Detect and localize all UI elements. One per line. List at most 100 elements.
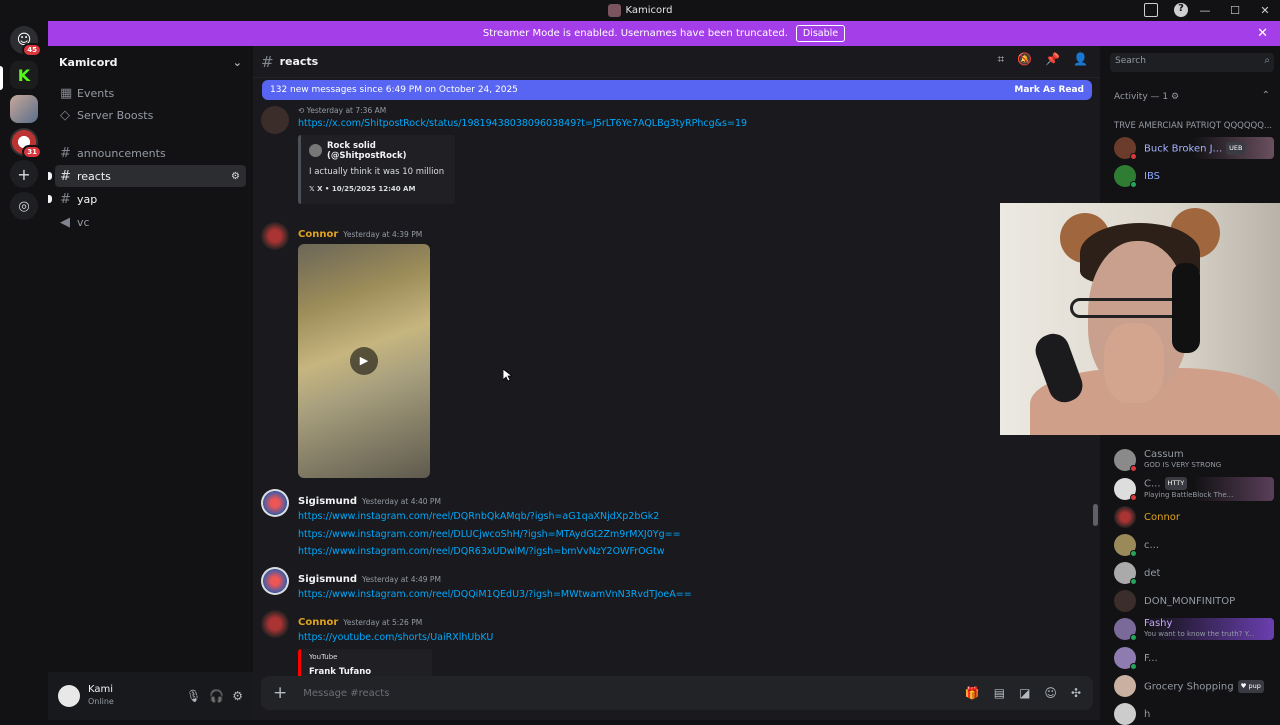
member-item[interactable]: det	[1114, 562, 1274, 585]
server-list: ☺ 45 K 31 + ◎	[0, 21, 48, 720]
gear-icon[interactable]: ⚙	[232, 689, 243, 703]
members-icon[interactable]: 👤	[1073, 52, 1088, 67]
message: ⟲ Yesterday at 7:36 AM https://x.com/Shi…	[261, 106, 1091, 204]
search-icon: ⌕	[1264, 55, 1270, 66]
member-item[interactable]: C... HTTY Playing BattleBlock The...	[1114, 477, 1274, 501]
sticker-icon[interactable]: ◪	[1019, 686, 1030, 700]
new-messages-text: 132 new messages since 6:49 PM on Octobe…	[270, 85, 518, 95]
search-placeholder: Search	[1115, 56, 1146, 66]
channel-announcements[interactable]: # announcements	[55, 142, 246, 164]
window-title: Kamicord	[625, 5, 673, 16]
avatar[interactable]	[261, 489, 289, 517]
avatar[interactable]	[261, 567, 289, 595]
chevron-up-icon[interactable]: ⌃	[1262, 90, 1270, 101]
member-name: F...	[1144, 652, 1158, 664]
add-attachment-icon[interactable]: +	[273, 683, 287, 703]
notifications-icon[interactable]: 🔕	[1017, 52, 1032, 67]
member-item[interactable]: Fashy You want to know the truth? Y...	[1114, 618, 1274, 641]
member-tag: UEB	[1226, 141, 1246, 155]
disable-button[interactable]: Disable	[795, 25, 846, 42]
member-name: Connor	[1144, 511, 1181, 523]
message-author[interactable]: Sigismund	[298, 496, 357, 507]
member-item[interactable]: h	[1114, 703, 1274, 725]
channel-sidebar: Kamicord ⌄ ▦ Events ◇ Server Boosts # annou…	[48, 46, 253, 720]
embed-title[interactable]: Frank Tufano	[309, 667, 424, 677]
discover-icon[interactable]: ◎	[10, 192, 38, 220]
channel-reacts[interactable]: # reacts ⚙	[48, 165, 246, 187]
threads-icon[interactable]: ⌗	[997, 52, 1004, 67]
kamicord-server-icon[interactable]	[10, 95, 38, 123]
embed-text: I actually think it was 10 million	[309, 166, 445, 177]
avatar[interactable]	[261, 610, 289, 638]
minimize-button[interactable]: —	[1190, 4, 1220, 17]
message-composer[interactable]: + Message #reacts 🎁 ▤ ◪ ☺ ✣	[261, 676, 1093, 710]
discord-home-icon[interactable]: ☺ 45	[10, 26, 42, 57]
member-item[interactable]: DON_MONFINITOP	[1114, 590, 1274, 612]
gift-icon[interactable]: 🎁	[965, 686, 980, 700]
new-messages-bar[interactable]: 132 new messages since 6:49 PM on Octobe…	[262, 80, 1092, 100]
avatar[interactable]	[58, 685, 80, 707]
inbox-icon[interactable]	[1144, 3, 1158, 17]
help-icon[interactable]: ?	[1174, 3, 1188, 17]
microphone-icon[interactable]: 🎙	[186, 689, 201, 703]
message: Sigismund Yesterday at 4:49 PM https://ww…	[261, 567, 1091, 604]
pin-icon[interactable]: 📌	[1045, 52, 1060, 67]
close-button[interactable]: ✕	[1250, 4, 1280, 17]
reply-icon: ⟲	[298, 106, 307, 115]
events-item[interactable]: ▦ Events	[55, 82, 246, 104]
emoji-icon[interactable]: ☺	[1044, 686, 1057, 700]
guild-header[interactable]: Kamicord ⌄	[48, 46, 253, 78]
gif-icon[interactable]: ▤	[994, 686, 1005, 700]
member-item[interactable]: IBS	[1114, 165, 1274, 188]
tweet-embed: Rock solid (@ShitpostRock) I actually th…	[298, 134, 455, 204]
mark-read-button[interactable]: Mark As Read	[1014, 85, 1084, 95]
channel-vc[interactable]: ◀ vc	[55, 211, 246, 233]
avatar	[1114, 590, 1136, 612]
activity-header[interactable]: Activity — 1 ⚙	[1114, 92, 1179, 102]
message-link[interactable]: https://www.instagram.com/reel/DQQiM1QEd…	[298, 586, 1091, 604]
user-info[interactable]: Kami Online	[88, 684, 114, 708]
message-link[interactable]: https://www.instagram.com/reel/DQR63xUDw…	[298, 543, 1091, 561]
close-icon[interactable]: ✕	[1257, 26, 1268, 41]
username: Kami	[88, 684, 114, 695]
user-status: Online	[88, 697, 114, 706]
headphones-icon[interactable]: 🎧	[209, 689, 224, 703]
message-link[interactable]: https://x.com/ShitpostRock/status/198194…	[298, 115, 1091, 133]
maximize-button[interactable]: ☐	[1220, 4, 1250, 17]
embed-author[interactable]: Rock solid (@ShitpostRock)	[327, 141, 447, 161]
message-author[interactable]: Connor	[298, 617, 338, 628]
avatar	[1114, 562, 1137, 585]
member-item[interactable]: Buck Broken J... UEB	[1114, 137, 1274, 160]
member-item[interactable]: c...	[1114, 534, 1274, 557]
avatar	[1114, 137, 1137, 160]
third-server-icon[interactable]: 31	[10, 128, 42, 159]
channel-settings-icon[interactable]: ⚙	[231, 171, 240, 182]
notification-badge: 45	[22, 43, 42, 57]
avatar[interactable]	[261, 106, 289, 134]
composer-placeholder[interactable]: Message #reacts	[303, 688, 389, 699]
chevron-down-icon: ⌄	[232, 55, 242, 69]
scrollbar[interactable]	[1093, 504, 1098, 526]
avatar[interactable]	[261, 222, 289, 250]
message-link[interactable]: https://youtube.com/shorts/UaiRXlhUbKU	[298, 629, 1091, 647]
kick-server-icon[interactable]: K	[10, 61, 38, 89]
video-attachment[interactable]: ▶	[298, 244, 430, 478]
play-icon[interactable]: ▶	[350, 347, 378, 375]
message-author[interactable]: Connor	[298, 229, 338, 240]
member-name: h	[1144, 708, 1151, 720]
server-boosts-item[interactable]: ◇ Server Boosts	[55, 104, 246, 126]
message-link[interactable]: https://www.instagram.com/reel/DQRnbQkAM…	[298, 508, 1091, 526]
boosts-label: Server Boosts	[77, 108, 154, 122]
member-item[interactable]: Cassum GOD IS VERY STRONG	[1114, 449, 1274, 472]
channel-yap[interactable]: # yap	[48, 188, 246, 210]
search-input[interactable]: Search ⌕	[1110, 53, 1274, 72]
member-item[interactable]: Connor	[1114, 506, 1274, 528]
member-item[interactable]: F...	[1114, 647, 1274, 670]
member-item[interactable]: Grocery Shopping ♥ pup	[1114, 675, 1274, 697]
add-server-icon[interactable]: +	[10, 160, 38, 188]
streamer-mode-banner: Streamer Mode is enabled. Usernames have…	[48, 21, 1280, 46]
apps-icon[interactable]: ✣	[1071, 686, 1081, 700]
member-name: det	[1144, 567, 1161, 579]
message-author[interactable]: Sigismund	[298, 574, 357, 585]
message-link[interactable]: https://www.instagram.com/reel/DLUCjwcoS…	[298, 526, 1091, 544]
